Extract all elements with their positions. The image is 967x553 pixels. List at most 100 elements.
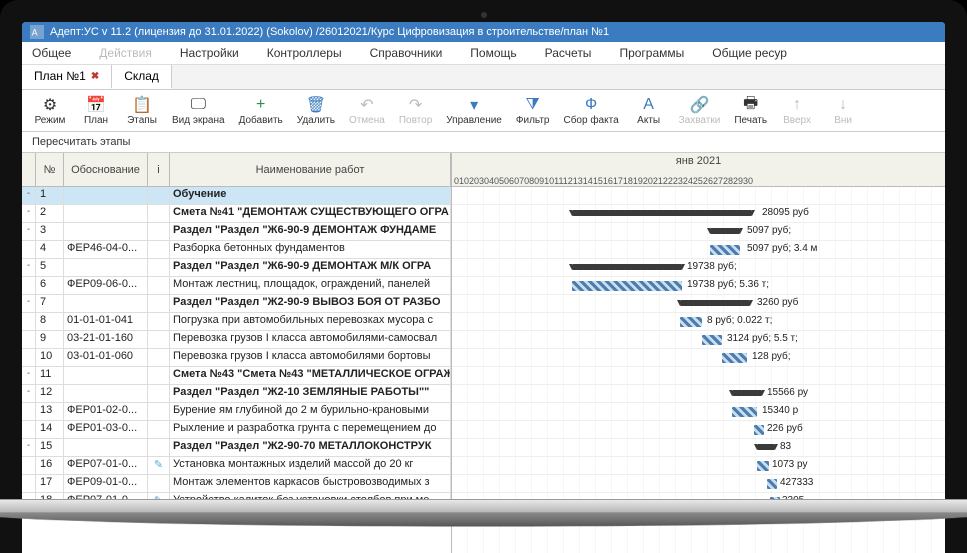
menu-программы[interactable]: Программы — [619, 46, 684, 60]
toolbtn-акты[interactable]: ААкты — [627, 93, 671, 128]
gantt-label: 5097 руб; — [747, 225, 791, 236]
cell-name: Перевозка грузов I класса автомобилями-с… — [170, 331, 451, 348]
gantt-bar[interactable] — [732, 390, 762, 396]
expand-icon[interactable]: - — [22, 187, 36, 204]
menu-общие ресур[interactable]: Общие ресур — [712, 46, 787, 60]
toolbtn-удалить[interactable]: 🗑Удалить — [291, 93, 341, 128]
tab[interactable]: План №1✖ — [22, 65, 112, 89]
cell-obs: 01-01-01-041 — [64, 313, 148, 330]
menu-расчеты[interactable]: Расчеты — [545, 46, 592, 60]
table-row[interactable]: -7 Раздел "Раздел "Ж2-90-9 ВЫВОЗ БОЯ ОТ Р… — [22, 295, 451, 313]
table-row[interactable]: -3Раздел "Раздел "Ж6-90-9 ДЕМОНТАЖ ФУНДА… — [22, 223, 451, 241]
expand-icon[interactable]: - — [22, 385, 36, 402]
cell-num: 4 — [36, 241, 64, 258]
expand-icon — [22, 331, 36, 348]
tab-label: Склад — [124, 69, 159, 83]
cell-i — [148, 385, 170, 402]
table-row[interactable]: 4ФЕР46-04-0...Разборка бетонных фундамен… — [22, 241, 451, 259]
expand-icon[interactable]: - — [22, 367, 36, 384]
toolbtn-сбор факта[interactable]: ФСбор факта — [557, 93, 624, 128]
expand-icon[interactable]: - — [22, 439, 36, 456]
gantt-bar[interactable] — [572, 210, 752, 216]
table-row[interactable]: 14ФЕР01-03-0...Рыхление и разработка гру… — [22, 421, 451, 439]
table-row[interactable]: 17ФЕР09-01-0...Монтаж элементов каркасов… — [22, 475, 451, 493]
toolbtn-label: Удалить — [297, 115, 335, 126]
table-row[interactable]: 6ФЕР09-06-0...Монтаж лестниц, площадок, … — [22, 277, 451, 295]
menu-действия[interactable]: Действия — [99, 46, 152, 60]
expand-icon[interactable]: - — [22, 295, 36, 312]
table-row[interactable]: 903-21-01-160Перевозка грузов I класса а… — [22, 331, 451, 349]
toolbtn-label: Управление — [446, 115, 502, 126]
expand-icon[interactable]: - — [22, 259, 36, 276]
toolbtn-этапы[interactable]: 📋Этапы — [120, 93, 164, 128]
menubar: Общее Действия Настройки Контроллеры Справоч… — [22, 42, 945, 65]
gantt-bar[interactable] — [757, 444, 775, 450]
cell-name: Бурение ям глубиной до 2 м бурильно-кран… — [170, 403, 451, 420]
table-row[interactable]: -2Смета №41 "ДЕМОНТАЖ СУЩЕСТВУЮЩЕГО ОГРА — [22, 205, 451, 223]
subbar[interactable]: Пересчитать этапы — [22, 132, 945, 153]
menu-контроллеры[interactable]: Контроллеры — [267, 46, 342, 60]
cell-obs — [64, 259, 148, 276]
task-grid: № Обоснование i Наименование работ -1Обу… — [22, 153, 452, 553]
cell-obs — [64, 187, 148, 204]
tab[interactable]: Склад — [112, 65, 172, 89]
toolbtn-режим[interactable]: ⚙Режим — [28, 93, 72, 128]
toolbtn-фильтр[interactable]: ⧩Фильтр — [510, 93, 556, 128]
cell-name: Раздел "Раздел "Ж2-90-9 ВЫВОЗ БОЯ ОТ РАЗ… — [170, 295, 451, 312]
table-row[interactable]: 1003-01-01-060Перевозка грузов I класса … — [22, 349, 451, 367]
cell-obs: ФЕР01-03-0... — [64, 421, 148, 438]
expand-icon[interactable]: - — [22, 223, 36, 240]
gantt-bar[interactable] — [767, 479, 777, 489]
вид экрана-icon: 🖵 — [188, 95, 208, 115]
col-header-i[interactable]: i — [148, 153, 170, 186]
gantt-bar[interactable] — [680, 317, 702, 327]
cell-obs: ФЕР46-04-0... — [64, 241, 148, 258]
gantt-bar[interactable] — [710, 228, 740, 234]
cell-num: 13 — [36, 403, 64, 420]
toolbar: ⚙Режим📅План📋Этапы🖵Вид экрана+Добавить🗑Уд… — [22, 90, 945, 132]
gantt-bar[interactable] — [722, 353, 747, 363]
toolbtn-план[interactable]: 📅План — [74, 93, 118, 128]
table-row[interactable]: -5Раздел "Раздел "Ж6-90-9 ДЕМОНТАЖ М/К О… — [22, 259, 451, 277]
toolbtn-печать[interactable]: 🖶Печать — [728, 93, 773, 128]
cell-obs: ФЕР09-01-0... — [64, 475, 148, 492]
cell-obs — [64, 385, 148, 402]
toolbtn-label: Повтор — [399, 115, 432, 126]
toolbtn-label: Этапы — [127, 115, 157, 126]
menu-общее[interactable]: Общее — [32, 46, 71, 60]
table-row[interactable]: 801-01-01-041Погрузка при автомобильных … — [22, 313, 451, 331]
toolbtn-вид экрана[interactable]: 🖵Вид экрана — [166, 93, 231, 128]
gantt-bar[interactable] — [572, 281, 682, 291]
close-icon[interactable]: ✖ — [91, 71, 99, 82]
expand-icon — [22, 241, 36, 258]
titlebar: А Адепт:УС v 11.2 (лицензия до 31.01.202… — [22, 22, 945, 42]
menu-помощь[interactable]: Помощь — [470, 46, 516, 60]
gantt-bar[interactable] — [757, 461, 769, 471]
table-row[interactable]: -11Смета №43 "Смета №43 "МЕТАЛЛИЧЕСКОЕ О… — [22, 367, 451, 385]
expand-icon — [22, 349, 36, 366]
gantt-bar[interactable] — [710, 245, 740, 255]
gantt-row: 5097 руб; 3.4 м — [452, 241, 945, 259]
table-row[interactable]: -15Раздел "Раздел "Ж2-90-70 МЕТАЛЛОКОНСТ… — [22, 439, 451, 457]
expand-icon[interactable]: - — [22, 205, 36, 222]
toolbtn-добавить[interactable]: +Добавить — [233, 93, 289, 128]
cell-num: 17 — [36, 475, 64, 492]
gantt-bar[interactable] — [572, 264, 682, 270]
menu-справочники[interactable]: Справочники — [370, 46, 443, 60]
table-row[interactable]: -1Обучение — [22, 187, 451, 205]
menu-настройки[interactable]: Настройки — [180, 46, 239, 60]
toolbtn-управление[interactable]: ▾Управление — [440, 93, 508, 128]
col-header-name[interactable]: Наименование работ — [170, 153, 451, 186]
gantt-bar[interactable] — [680, 300, 750, 306]
toolbtn-label: Сбор факта — [563, 115, 618, 126]
col-header-obs[interactable]: Обоснование — [64, 153, 148, 186]
table-row[interactable]: -12Раздел "Раздел "Ж2-10 ЗЕМЛЯНЫЕ РАБОТЫ… — [22, 385, 451, 403]
gantt-row: 15566 ру — [452, 385, 945, 403]
gantt-bar[interactable] — [702, 335, 722, 345]
table-row[interactable]: 16ФЕР07-01-0...✎Установка монтажных изде… — [22, 457, 451, 475]
gantt-bar[interactable] — [732, 407, 757, 417]
cell-num: 7 — [36, 295, 64, 312]
table-row[interactable]: 13ФЕР01-02-0...Бурение ям глубиной до 2 … — [22, 403, 451, 421]
col-header-num[interactable]: № — [36, 153, 64, 186]
gantt-bar[interactable] — [754, 425, 764, 435]
